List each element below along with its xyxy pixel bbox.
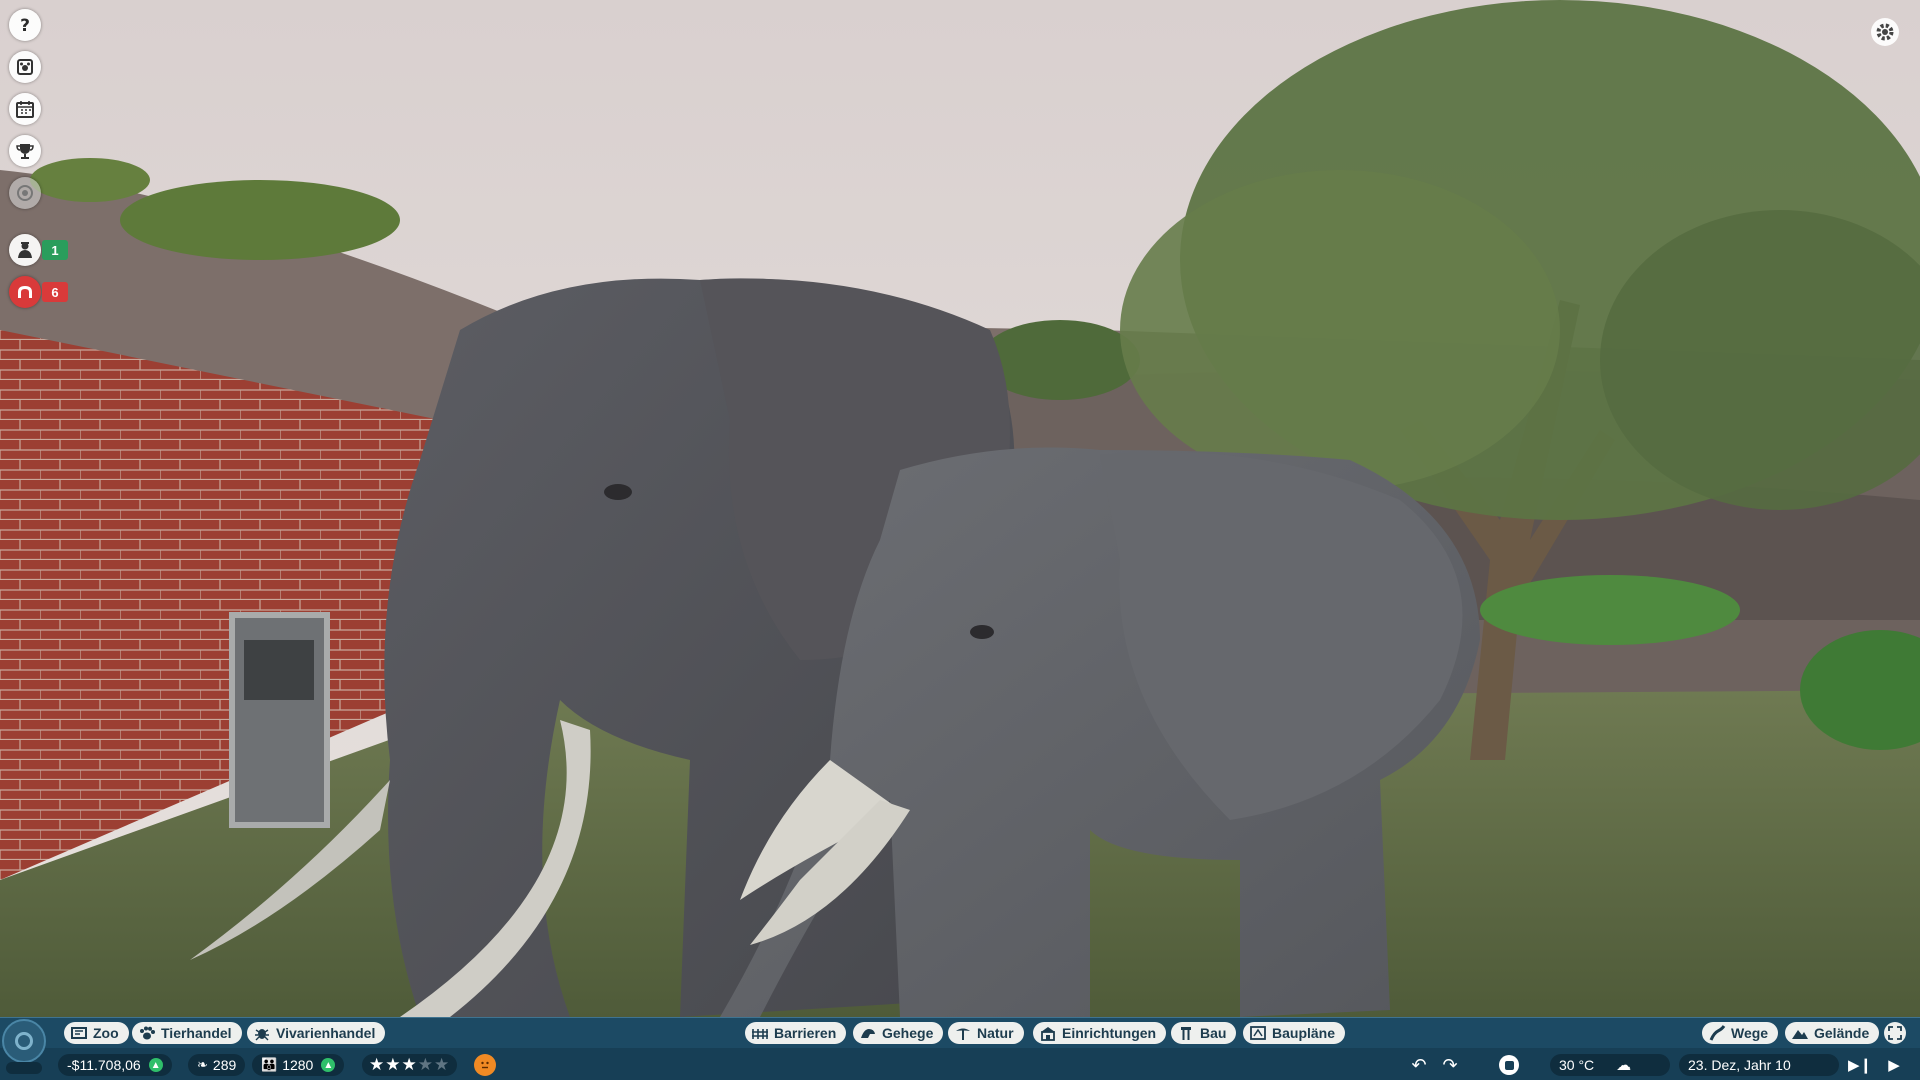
star-filled-icon: ★ bbox=[401, 1055, 418, 1074]
tab-wege[interactable]: Wege bbox=[1702, 1022, 1779, 1044]
camera-mode-icon[interactable] bbox=[1496, 1054, 1522, 1076]
date-value: 23. Dez, Jahr 10 bbox=[1688, 1057, 1791, 1073]
tab-gehege-label: Gehege bbox=[882, 1025, 934, 1041]
conservation-display[interactable]: ❧ 289 bbox=[188, 1054, 246, 1076]
star-empty-icon: ★ bbox=[434, 1055, 451, 1074]
paw-icon bbox=[138, 1025, 156, 1041]
tab-tierhandel-label: Tierhandel bbox=[161, 1025, 232, 1041]
weather-display[interactable]: 30 °C ☁ bbox=[1550, 1054, 1670, 1076]
weather-cloud-icon: ☁ bbox=[1616, 1057, 1632, 1074]
redo-icon[interactable]: ↷ bbox=[1436, 1054, 1464, 1076]
guest-mood-icon[interactable] bbox=[474, 1054, 496, 1076]
tab-zoo[interactable]: Zoo bbox=[64, 1022, 129, 1044]
tab-bau-label: Bau bbox=[1200, 1025, 1227, 1041]
tab-vivarienhandel[interactable]: Vivarienhandel bbox=[247, 1022, 386, 1044]
rating-stars: ★★★★★ bbox=[369, 1055, 450, 1075]
tab-vivarienhandel-label: Vivarienhandel bbox=[276, 1025, 376, 1041]
tab-tierhandel[interactable]: Tierhandel bbox=[132, 1022, 242, 1044]
tab-gelaende-label: Gelände bbox=[1814, 1025, 1870, 1041]
star-empty-icon: ★ bbox=[417, 1055, 434, 1074]
blueprint-icon bbox=[1249, 1025, 1267, 1041]
tab-barrieren[interactable]: Barrieren bbox=[745, 1022, 847, 1044]
date-display[interactable]: 23. Dez, Jahr 10 bbox=[1679, 1054, 1839, 1076]
zoo-rating[interactable]: ★★★★★ bbox=[362, 1054, 458, 1076]
tab-bauplaene-label: Baupläne bbox=[1272, 1025, 1336, 1041]
star-filled-icon: ★ bbox=[369, 1055, 386, 1074]
bug-icon bbox=[253, 1025, 271, 1041]
tab-einrichtungen[interactable]: Einrichtungen bbox=[1033, 1022, 1167, 1044]
trophy-icon[interactable] bbox=[9, 135, 41, 167]
staff-notification-icon[interactable] bbox=[9, 234, 41, 266]
nature-icon bbox=[954, 1025, 972, 1041]
barrier-icon bbox=[751, 1025, 769, 1041]
guests-trend-up-icon: ▲ bbox=[321, 1058, 336, 1072]
tab-natur-label: Natur bbox=[977, 1025, 1014, 1041]
guests-display[interactable]: 👪 1280 ▲ bbox=[252, 1054, 345, 1076]
game-speed-icon[interactable]: ▶❙ bbox=[1846, 1054, 1874, 1076]
tab-natur[interactable]: Natur bbox=[948, 1022, 1024, 1044]
staff-notification-count: 1 bbox=[42, 240, 68, 260]
guests-icon: 👪 bbox=[261, 1057, 278, 1072]
svg-text:?: ? bbox=[20, 16, 30, 35]
zoo-icon bbox=[70, 1025, 88, 1041]
tab-bauplaene[interactable]: Baupläne bbox=[1243, 1022, 1346, 1044]
path-icon bbox=[1708, 1025, 1726, 1041]
tab-barrieren-label: Barrieren bbox=[774, 1025, 837, 1041]
build-icon bbox=[1177, 1025, 1195, 1041]
money-value: -$11.708,06 bbox=[67, 1057, 141, 1073]
undo-icon[interactable]: ↶ bbox=[1405, 1054, 1433, 1076]
alert-notification-icon[interactable] bbox=[9, 276, 41, 308]
fullscreen-toggle-icon[interactable] bbox=[1884, 1022, 1906, 1044]
main-menu-button[interactable] bbox=[2, 1019, 46, 1063]
tab-gelaende[interactable]: Gelände bbox=[1785, 1022, 1880, 1044]
play-icon[interactable]: ▶ bbox=[1880, 1054, 1908, 1076]
game-viewport[interactable] bbox=[0, 0, 1920, 1080]
conservation-value: 289 bbox=[212, 1057, 237, 1073]
money-display[interactable]: -$11.708,06 ▲ bbox=[58, 1054, 172, 1076]
help-icon[interactable]: ? bbox=[9, 9, 41, 41]
guests-value: 1280 bbox=[282, 1057, 314, 1073]
star-filled-icon: ★ bbox=[385, 1055, 402, 1074]
tab-gehege[interactable]: Gehege bbox=[853, 1022, 944, 1044]
view-icon[interactable] bbox=[9, 177, 41, 209]
temperature-value: 30 °C bbox=[1559, 1057, 1595, 1073]
animal-info-icon[interactable] bbox=[9, 51, 41, 83]
alert-notification-count: 6 bbox=[42, 282, 68, 302]
settings-gear-icon[interactable] bbox=[1870, 17, 1900, 47]
tab-bau[interactable]: Bau bbox=[1171, 1022, 1237, 1044]
tab-wege-label: Wege bbox=[1731, 1025, 1769, 1041]
terrain-icon bbox=[1791, 1025, 1809, 1041]
facility-icon bbox=[1039, 1025, 1057, 1041]
main-menu-icon bbox=[15, 1032, 33, 1050]
money-trend-up-icon: ▲ bbox=[148, 1058, 163, 1072]
menu-toggle[interactable] bbox=[6, 1062, 42, 1074]
tab-einrichtungen-label: Einrichtungen bbox=[1062, 1025, 1157, 1041]
habitat-icon bbox=[859, 1025, 877, 1041]
leaf-icon: ❧ bbox=[197, 1057, 208, 1072]
calendar-icon[interactable] bbox=[9, 93, 41, 125]
tab-zoo-label: Zoo bbox=[93, 1025, 119, 1041]
